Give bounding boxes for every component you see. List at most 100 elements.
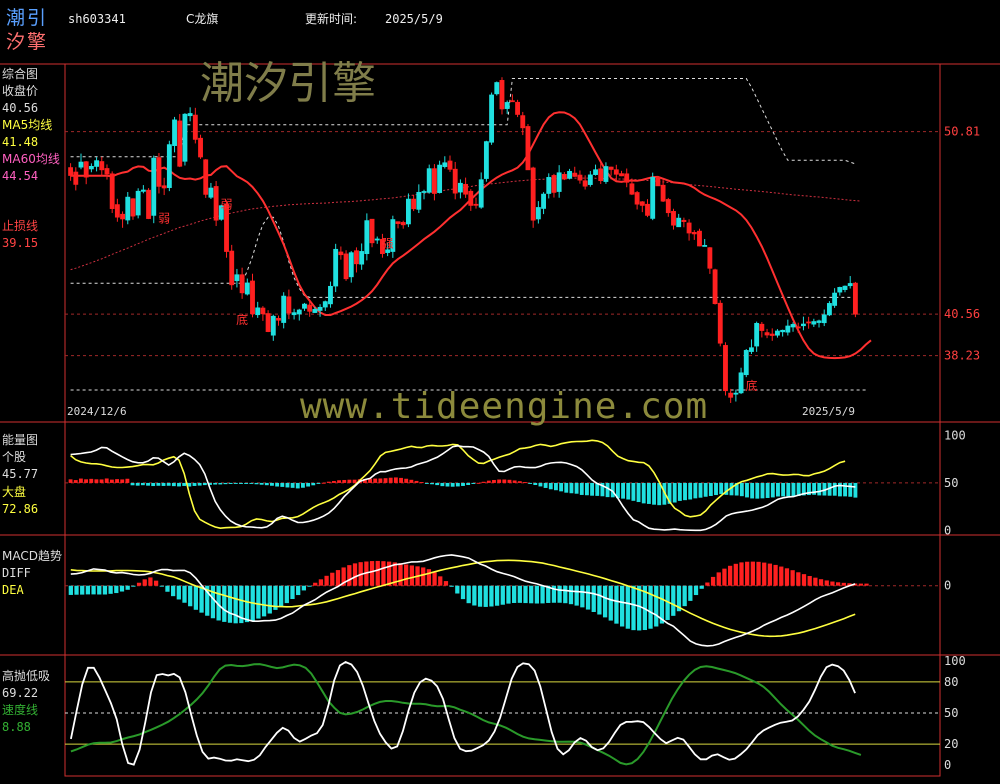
candle-body — [317, 306, 323, 311]
macd-hist-bar — [153, 580, 159, 586]
update-label: 更新时间: — [305, 12, 358, 26]
candle-body — [109, 173, 115, 209]
macd-hist-bar — [381, 561, 386, 586]
osc-tick-2: 50 — [944, 706, 958, 720]
energy-bar — [109, 479, 114, 483]
energy-bar — [703, 482, 708, 497]
macd-hist-bar — [671, 585, 676, 616]
macd-hist-bar — [352, 563, 358, 586]
candle-body — [520, 115, 526, 129]
macd-hist-bar — [222, 585, 227, 622]
macd-hist-bar — [517, 585, 522, 603]
macd-hist-bar — [523, 585, 528, 604]
energy-bar — [590, 482, 595, 496]
osc-value: 69.22 — [2, 686, 39, 700]
candle-body — [161, 185, 167, 189]
candle-body — [697, 230, 702, 247]
macd-hist-bar — [369, 561, 375, 586]
speed-line — [70, 663, 862, 766]
macd-hist-bar — [296, 585, 301, 596]
macd-hist-bar — [767, 563, 773, 586]
candle-body — [660, 184, 666, 202]
candle-body — [473, 203, 479, 206]
macd-hist-bar — [693, 585, 699, 596]
macd-hist-bar — [301, 585, 306, 591]
candle-body — [312, 308, 318, 313]
energy-bar — [259, 482, 264, 485]
macd-hist-bar — [745, 561, 750, 586]
energy-bar — [239, 482, 243, 484]
energy-bar — [202, 482, 207, 486]
macd-hist-bar — [637, 585, 642, 631]
osc-tick-3: 20 — [944, 737, 958, 751]
candle-body — [291, 312, 297, 316]
energy-bar — [388, 477, 393, 483]
energy-bar — [275, 482, 280, 487]
energy-bar — [213, 482, 218, 485]
energy-bar — [445, 482, 450, 487]
energy-tick-2: 0 — [944, 523, 951, 537]
candle-body — [655, 176, 661, 187]
macd-hist-bar — [261, 585, 267, 617]
macd-hist-bar — [807, 576, 812, 586]
candle-body — [265, 313, 271, 332]
macd-hist-bar — [324, 575, 329, 586]
energy-bar — [171, 482, 176, 487]
signal-marker-0: 弱 — [158, 212, 170, 226]
energy-bar — [631, 482, 636, 501]
energy-bar — [548, 482, 553, 490]
candle-body — [421, 191, 427, 193]
energy-bar — [316, 482, 321, 484]
energy-bar — [156, 482, 161, 486]
macd-hist-bar — [432, 572, 437, 586]
macd-hist-bar — [307, 585, 312, 587]
candle-body — [572, 172, 578, 177]
candle-body — [374, 238, 380, 241]
energy-bar — [528, 482, 533, 484]
macd-hist-bar — [591, 585, 596, 612]
candle-body — [816, 320, 822, 323]
candle-body — [728, 392, 734, 398]
macd-hist-bar — [625, 585, 630, 629]
candle-body — [369, 218, 375, 244]
candle-body — [582, 180, 588, 187]
energy-bar — [776, 482, 780, 497]
candle-body — [234, 274, 240, 282]
candle-body — [452, 168, 458, 194]
energy-bar — [739, 482, 744, 497]
macd-hist-bar — [404, 564, 409, 586]
energy-bar — [450, 482, 455, 487]
candle-body — [702, 245, 708, 247]
macd-hist-bar — [375, 560, 380, 586]
energy-bar — [125, 478, 130, 483]
energy-bar — [672, 482, 677, 503]
energy-bar — [331, 481, 336, 483]
osc-tick-0: 100 — [944, 654, 966, 668]
macd-hist-bar — [540, 585, 545, 604]
energy-bar — [636, 482, 641, 503]
energy-bar — [249, 482, 254, 484]
candle-body — [270, 315, 276, 336]
stock-name: C龙旗 — [186, 12, 219, 26]
energy-bar — [218, 482, 223, 485]
macd-hist-bar — [534, 585, 540, 604]
macd-hist-bar — [176, 585, 181, 600]
macd-hist-bar — [574, 585, 579, 606]
macd-hist-bar — [608, 585, 613, 621]
macd-hist-bar — [494, 585, 500, 606]
macd-hist-bar — [199, 585, 204, 613]
energy-bar — [182, 482, 187, 486]
candle-body — [483, 141, 489, 179]
candle-body — [754, 322, 760, 347]
energy-bar — [326, 481, 331, 483]
macd-hist-bar — [500, 585, 505, 605]
candle-body — [629, 183, 635, 195]
candle-body — [712, 269, 718, 305]
candle-body — [541, 193, 546, 209]
candle-body — [509, 100, 515, 103]
candle-body — [837, 287, 843, 293]
macd-hist-bar — [74, 585, 79, 595]
candle-body — [577, 174, 583, 181]
macd-hist-bar — [125, 585, 130, 590]
candle-body — [177, 120, 183, 167]
